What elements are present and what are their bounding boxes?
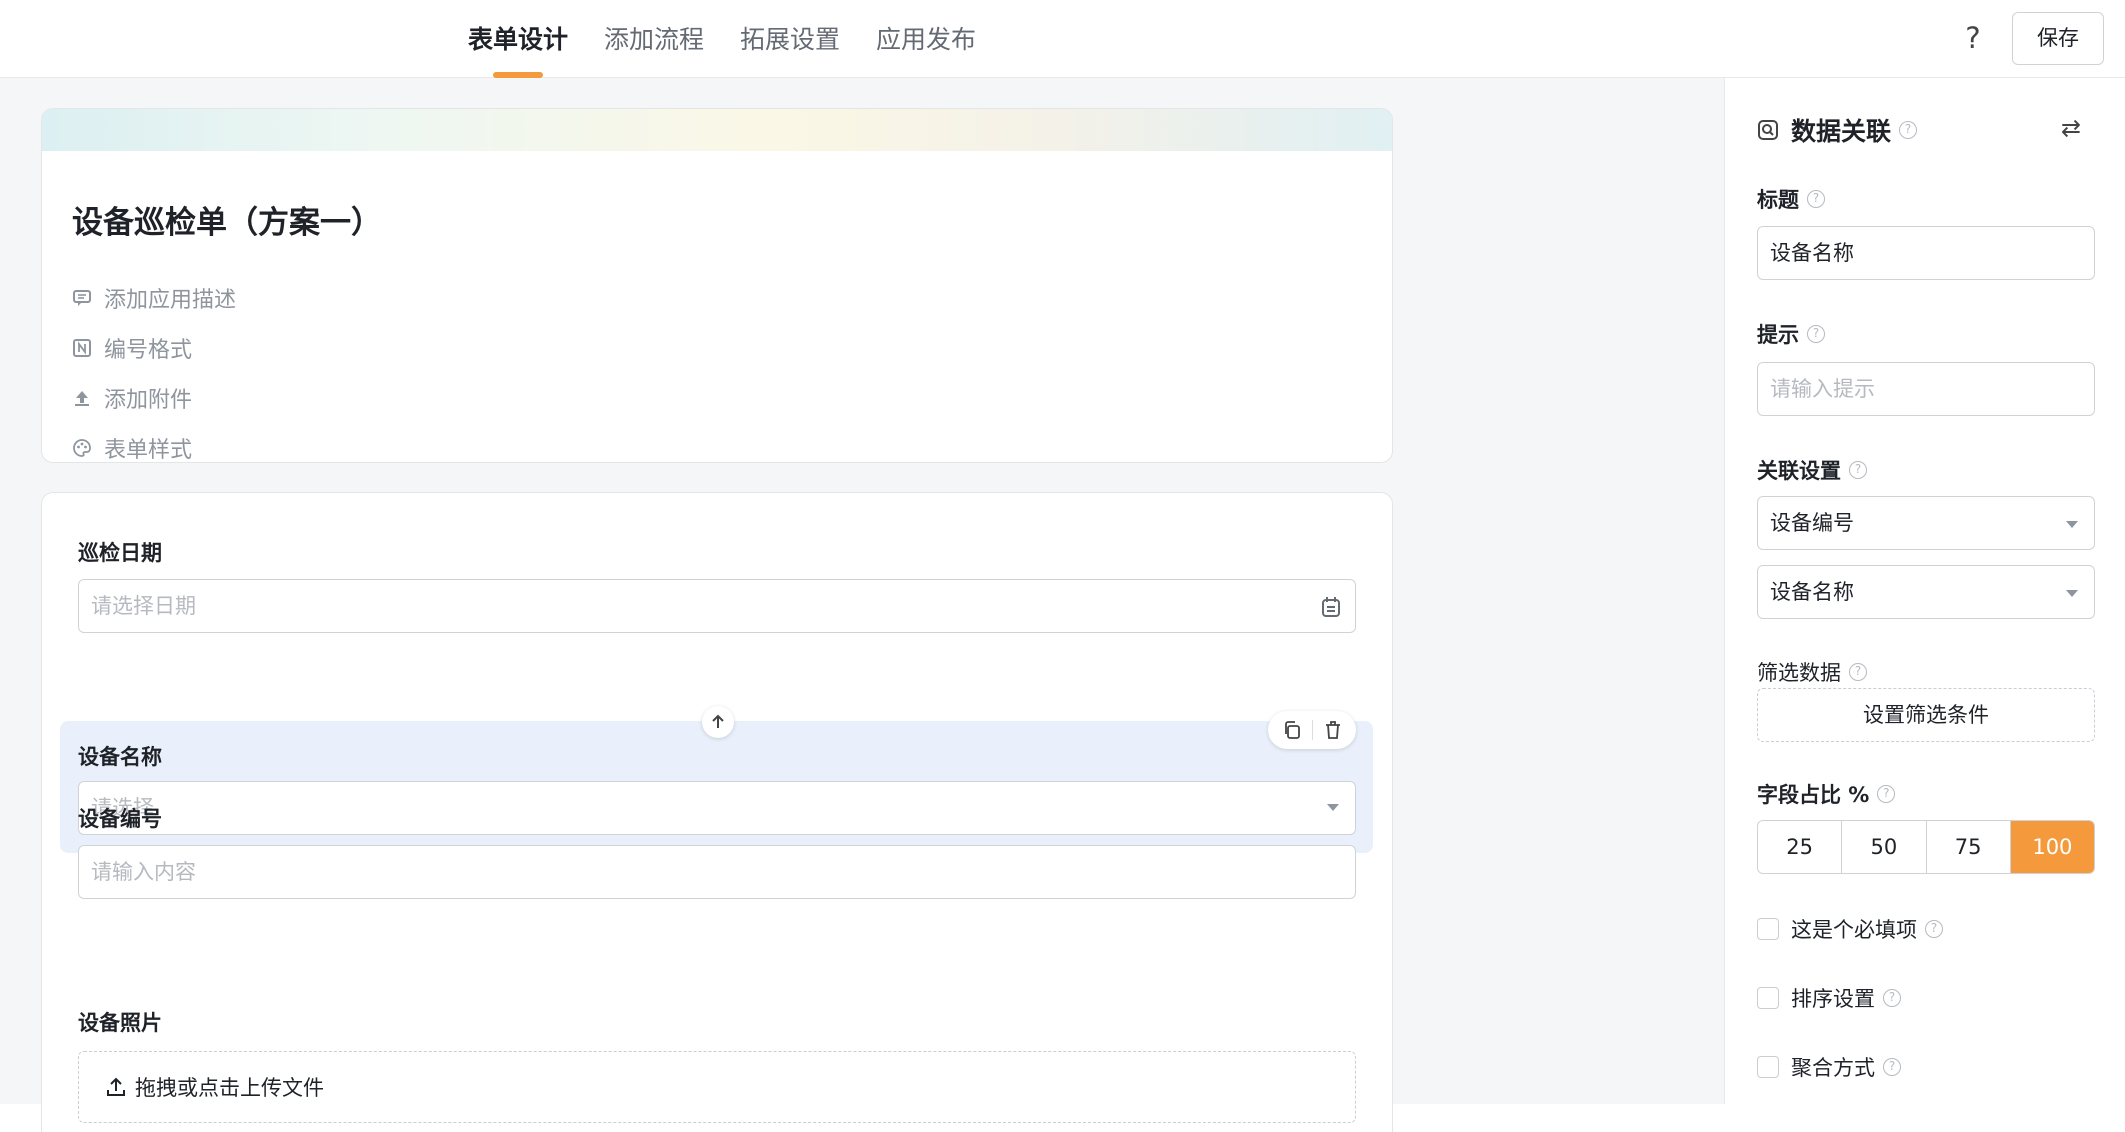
required-checkbox[interactable] (1757, 918, 1779, 940)
main-tabs: 表单设计 添加流程 拓展设置 应用发布 (468, 0, 1012, 78)
filter-data-label: 筛选数据 ? (1757, 657, 1867, 687)
chevron-down-icon (2066, 521, 2078, 528)
relation-value: 设备名称 (1770, 580, 1854, 604)
meta-label: 添加附件 (104, 388, 193, 413)
form-title[interactable]: 设备巡检单（方案一） (72, 197, 382, 242)
field-width-selector: 25 50 75 100 (1757, 820, 2095, 874)
palette-icon (73, 439, 91, 457)
chevron-down-icon (1327, 804, 1339, 811)
hint-input[interactable]: 请输入提示 (1757, 362, 2095, 416)
filter-label-text: 筛选数据 (1757, 661, 1841, 685)
field-label-device-photo: 设备照片 (78, 1011, 162, 1035)
required-label: 这是个必填项 (1791, 918, 1917, 942)
aggregate-label: 聚合方式 (1791, 1056, 1875, 1080)
tab-form-design[interactable]: 表单设计 (468, 0, 568, 78)
field-label-inspection-date: 巡检日期 (78, 541, 162, 565)
move-up-button[interactable] (702, 706, 734, 738)
tab-app-publish[interactable]: 应用发布 (876, 0, 976, 78)
relation-settings-label: 关联设置 ? (1757, 455, 1867, 485)
comment-icon (73, 290, 91, 306)
field-width-label: 字段占比 % ? (1757, 779, 1896, 809)
device-number-input[interactable]: 请输入内容 (78, 845, 1356, 899)
title-input[interactable]: 设备名称 (1757, 226, 2095, 280)
selected-field-device-name[interactable]: 设备名称 请选择 (60, 721, 1373, 853)
sort-checkbox[interactable] (1757, 987, 1779, 1009)
width-option-50[interactable]: 50 (1842, 821, 1927, 873)
form-fields-card: 巡检日期 请选择日期 设备名称 请选择 设备编号 请输入内容 设备照片 拖拽或点… (41, 492, 1393, 1132)
meta-label: 添加应用描述 (104, 288, 237, 313)
device-photo-upload[interactable]: 拖拽或点击上传文件 (78, 1051, 1356, 1123)
copy-icon[interactable] (1282, 720, 1302, 740)
save-button[interactable]: 保存 (2012, 12, 2104, 65)
help-icon[interactable]: ? (1899, 121, 1918, 139)
header-banner (42, 109, 1392, 151)
hint-label-text: 提示 (1757, 323, 1799, 347)
upload-icon (75, 391, 89, 406)
field-label-device-name: 设备名称 (78, 745, 162, 769)
search-doc-icon (1758, 120, 1778, 140)
aggregate-checkbox-row[interactable]: 聚合方式 ? (1757, 1052, 1901, 1082)
panel-title: 数据关联 ? (1757, 112, 1918, 148)
date-placeholder: 请选择日期 (91, 594, 196, 618)
relation-label-text: 关联设置 (1757, 459, 1841, 483)
question-icon[interactable]: ? (1955, 20, 1991, 56)
field-label-device-number: 设备编号 (78, 807, 162, 831)
aggregate-checkbox[interactable] (1757, 1056, 1779, 1078)
device-name-select[interactable]: 请选择 (78, 781, 1356, 835)
form-header-card: 设备巡检单（方案一） 添加应用描述 编号格式 添加附件 表单样式 (41, 108, 1393, 463)
arrow-up-icon (712, 714, 724, 728)
field-actions (1268, 711, 1356, 749)
relation-value: 设备编号 (1770, 511, 1854, 535)
inspection-date-picker[interactable]: 请选择日期 (78, 579, 1356, 633)
add-attachment-link[interactable]: 添加附件 (72, 383, 192, 413)
width-option-100[interactable]: 100 (2010, 821, 2094, 873)
trash-icon[interactable] (1323, 720, 1343, 740)
divider (1311, 720, 1313, 740)
meta-label: 编号格式 (104, 338, 193, 363)
calendar-icon (1322, 597, 1340, 617)
help-icon[interactable]: ? (1807, 190, 1825, 208)
title-label: 标题 ? (1757, 184, 1825, 214)
numbering-icon (73, 339, 91, 357)
set-filter-button[interactable]: 设置筛选条件 (1757, 688, 2095, 742)
tab-add-process[interactable]: 添加流程 (604, 0, 704, 78)
hint-label: 提示 ? (1757, 319, 1825, 349)
swap-icon[interactable]: ⇄ (2061, 114, 2081, 142)
top-bar: 表单设计 添加流程 拓展设置 应用发布 ? 保存 (0, 0, 2125, 78)
add-description-link[interactable]: 添加应用描述 (72, 283, 236, 313)
relation-select-2[interactable]: 设备名称 (1757, 565, 2095, 619)
tab-extension-settings[interactable]: 拓展设置 (740, 0, 840, 78)
width-option-75[interactable]: 75 (1927, 821, 2011, 873)
form-style-link[interactable]: 表单样式 (72, 433, 193, 463)
numbering-format-link[interactable]: 编号格式 (72, 333, 192, 363)
title-label-text: 标题 (1757, 188, 1799, 212)
sort-checkbox-row[interactable]: 排序设置 ? (1757, 983, 1901, 1013)
help-icon[interactable]: ? (1883, 1058, 1901, 1076)
chevron-down-icon (2066, 590, 2078, 597)
width-option-25[interactable]: 25 (1758, 821, 1843, 873)
upload-icon (107, 1077, 125, 1096)
help-icon[interactable]: ? (1807, 325, 1825, 343)
required-checkbox-row[interactable]: 这是个必填项 ? (1757, 914, 1943, 944)
relation-select-1[interactable]: 设备编号 (1757, 496, 2095, 550)
panel-title-text: 数据关联 (1791, 117, 1892, 146)
help-icon[interactable]: ? (1849, 461, 1867, 479)
help-icon[interactable]: ? (1877, 785, 1896, 803)
help-icon[interactable]: ? (1849, 663, 1867, 681)
property-panel: 数据关联 ? ⇄ 标题 ? 设备名称 提示 ? 请输入提示 关联设置 ? 设备编… (1724, 78, 2125, 1104)
upload-text: 拖拽或点击上传文件 (135, 1076, 324, 1100)
help-icon[interactable]: ? (1925, 920, 1943, 938)
help-icon[interactable]: ? (1883, 989, 1901, 1007)
meta-label: 表单样式 (104, 438, 193, 463)
width-label-text: 字段占比 % (1757, 783, 1870, 807)
sort-label: 排序设置 (1791, 987, 1875, 1011)
form-canvas: 设备巡检单（方案一） 添加应用描述 编号格式 添加附件 表单样式 巡检日期 请选… (0, 78, 1724, 1132)
